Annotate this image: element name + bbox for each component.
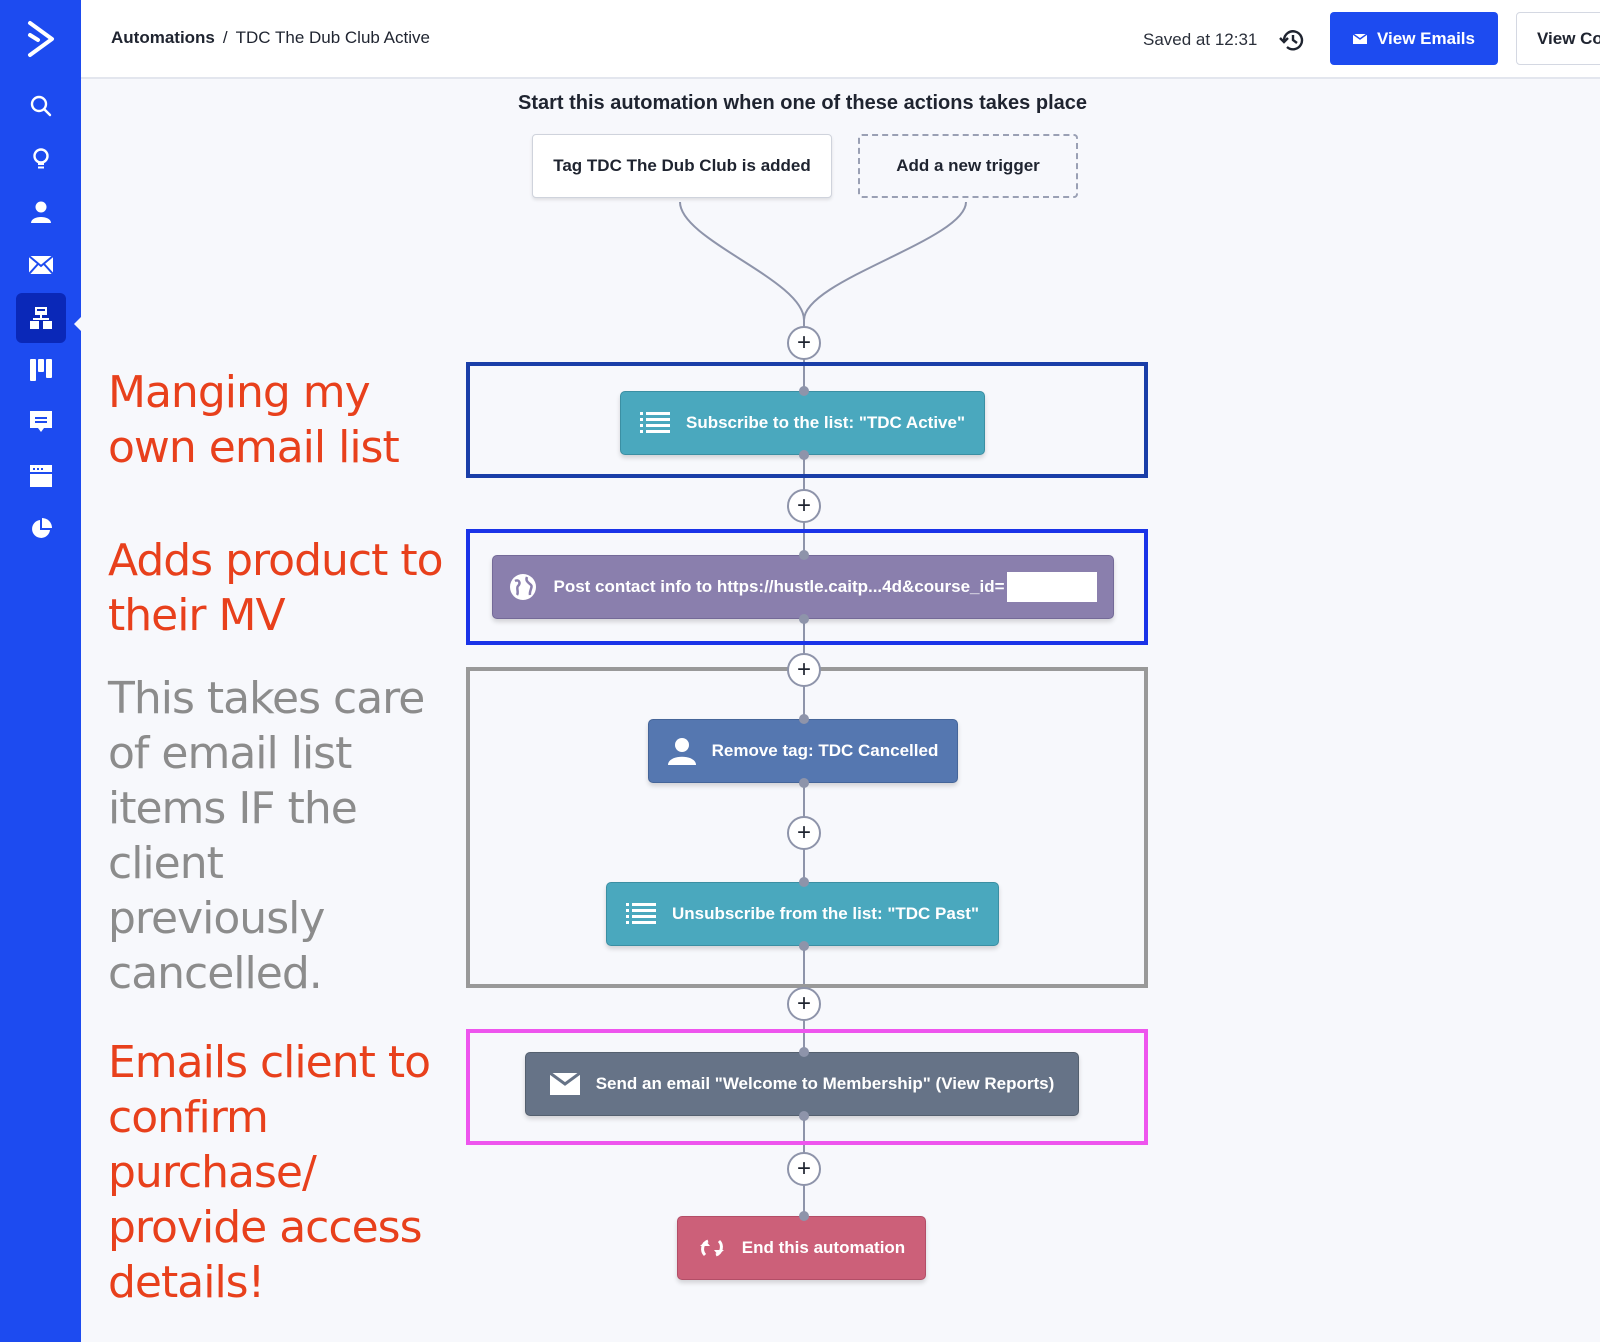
action-label: Send an email "Welcome to Membership" (V… <box>595 1074 1055 1093</box>
saved-status: Saved at 12:31 <box>1143 30 1258 49</box>
active-indicator <box>74 316 82 332</box>
breadcrumb: Automations / TDC The Dub Club Active <box>111 28 430 48</box>
connector-dot <box>799 714 809 724</box>
deals-icon <box>30 359 52 381</box>
action-label: Remove tag: TDC Cancelled <box>711 741 939 760</box>
sidebar-item-campaigns[interactable] <box>16 240 66 290</box>
connector-dot <box>799 941 809 951</box>
history-icon <box>1279 30 1304 51</box>
action-remove-tag[interactable]: Remove tag: TDC Cancelled <box>648 719 958 783</box>
connector-dot <box>799 450 809 460</box>
sidebar-item-insights[interactable] <box>16 134 66 184</box>
annotation-note-email-list: Manging my own email list <box>108 367 400 473</box>
connector-dot <box>799 386 809 396</box>
history-button[interactable] <box>1279 28 1305 57</box>
sidebar-item-search[interactable] <box>16 81 66 131</box>
canvas-title: Start this automation when one of these … <box>517 92 1087 114</box>
action-label: End this automation <box>741 1238 906 1257</box>
add-step-button[interactable]: + <box>787 987 821 1021</box>
list-icon <box>625 903 656 924</box>
add-step-button[interactable]: + <box>787 816 821 850</box>
list-icon <box>639 412 670 433</box>
top-bar: Automations / TDC The Dub Club Active Save… <box>81 0 1600 79</box>
connector-dot <box>799 877 809 887</box>
action-label: Unsubscribe from the list: "TDC Past" <box>671 904 980 923</box>
action-end-automation[interactable]: End this automation <box>677 1216 926 1280</box>
envelope-icon <box>1353 33 1368 44</box>
reports-icon <box>32 518 52 538</box>
connector-dot <box>799 614 809 624</box>
connector-dot <box>799 1211 809 1221</box>
sidebar-item-contacts[interactable] <box>16 187 66 237</box>
annotation-note-cancelled: This takes care of email list items IF t… <box>108 673 425 999</box>
lightbulb-icon <box>33 148 49 169</box>
search-icon <box>30 95 52 117</box>
redacted-value <box>1006 572 1097 602</box>
view-contacts-label: View Co <box>1537 28 1600 48</box>
envelope-icon <box>549 1073 580 1095</box>
action-post-contact-info[interactable]: Post contact info to https://hustle.cait… <box>492 555 1114 619</box>
action-label: Subscribe to the list: "TDC Active" <box>685 413 966 432</box>
action-subscribe-list[interactable]: Subscribe to the list: "TDC Active" <box>620 391 985 455</box>
globe-icon <box>510 574 537 600</box>
annotation-note-add-product: Adds product to their MV <box>108 535 444 641</box>
website-icon <box>30 465 52 487</box>
add-step-button[interactable]: + <box>787 1152 821 1186</box>
action-send-email[interactable]: Send an email "Welcome to Membership" (V… <box>525 1052 1079 1116</box>
sidebar-item-deals[interactable] <box>16 345 66 395</box>
add-step-button[interactable]: + <box>787 653 821 687</box>
view-emails-label: View Emails <box>1377 28 1475 48</box>
add-trigger-button[interactable]: Add a new trigger <box>858 134 1078 198</box>
view-contacts-button[interactable]: View Co <box>1516 12 1600 65</box>
conversations-icon <box>30 411 52 432</box>
sidebar-item-automations[interactable] <box>16 293 66 343</box>
logo[interactable] <box>0 0 81 78</box>
contacts-icon <box>31 201 51 223</box>
trigger-tag-added[interactable]: Tag TDC The Dub Club is added <box>532 134 832 198</box>
annotation-note-email: Emails client to confirm purchase/ provi… <box>108 1037 431 1308</box>
sidebar-item-reports[interactable] <box>16 504 66 554</box>
breadcrumb-separator: / <box>222 28 228 47</box>
connector-dot <box>799 778 809 788</box>
end-icon <box>699 1239 724 1257</box>
trigger-connector <box>679 201 805 321</box>
add-step-button[interactable]: + <box>787 489 821 523</box>
view-emails-button[interactable]: View Emails <box>1330 12 1498 65</box>
activecampaign-logo-icon <box>27 21 54 57</box>
automation-name[interactable]: TDC The Dub Club Active <box>236 28 430 47</box>
connector-dot <box>799 1047 809 1057</box>
sidebar-item-site[interactable] <box>16 451 66 501</box>
user-icon <box>667 738 696 765</box>
connector-dot <box>799 550 809 560</box>
trigger-connector <box>803 201 967 321</box>
sidebar-item-conversations[interactable] <box>16 398 66 448</box>
breadcrumb-automations-link[interactable]: Automations <box>111 28 215 47</box>
action-unsubscribe-list[interactable]: Unsubscribe from the list: "TDC Past" <box>606 882 999 946</box>
sidebar <box>0 0 82 1342</box>
add-step-button[interactable]: + <box>787 326 821 360</box>
action-label: Post contact info to https://hustle.cait… <box>553 577 1005 596</box>
automations-icon <box>30 307 52 329</box>
envelope-icon <box>29 256 53 274</box>
connector-dot <box>799 1111 809 1121</box>
